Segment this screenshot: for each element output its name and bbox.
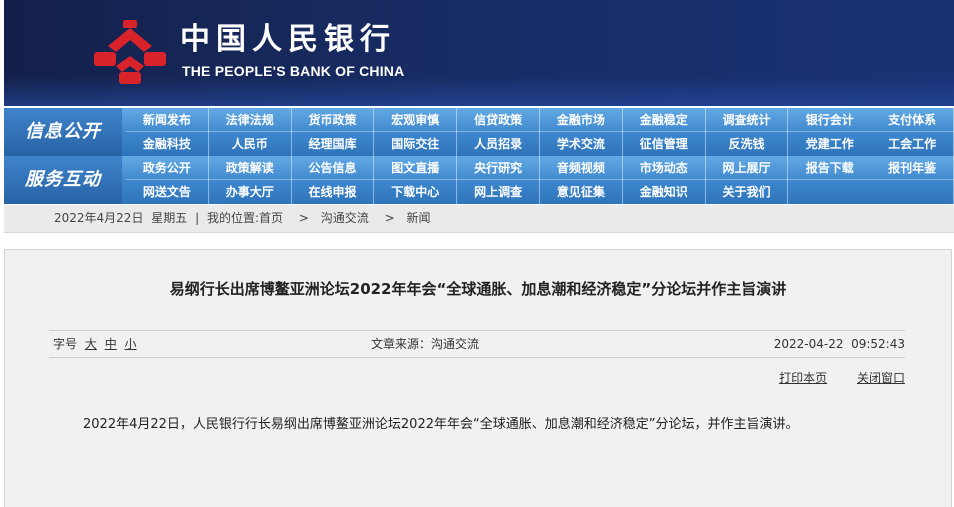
nav-item-party-building[interactable]: 党建工作 bbox=[788, 132, 871, 156]
nav-item-about-us[interactable]: 关于我们 bbox=[706, 180, 789, 204]
current-weekday: 星期五 bbox=[151, 211, 188, 225]
nav-item-financial-knowledge[interactable]: 金融知识 bbox=[623, 180, 706, 204]
nav-item-anti-money-laundering[interactable]: 反洗钱 bbox=[706, 132, 789, 156]
nav-item-news-release[interactable]: 新闻发布 bbox=[126, 108, 209, 132]
nav-service-section: 服务互动 政务公开 政策解读 公告信息 图文直播 央行研究 音频视频 市场动态 … bbox=[4, 156, 954, 204]
nav-item-online-exhibition[interactable]: 网上展厅 bbox=[706, 156, 789, 180]
nav-item-monetary-policy[interactable]: 货币政策 bbox=[292, 108, 375, 132]
article-datetime: 2022-04-22 09:52:43 bbox=[773, 337, 905, 351]
nav-item-live-broadcast[interactable]: 图文直播 bbox=[374, 156, 458, 180]
nav-item-audio-video[interactable]: 音频视频 bbox=[540, 156, 623, 180]
article-tools: 打印本页 关闭窗口 bbox=[753, 370, 905, 386]
breadcrumb-arrow-icon: > bbox=[298, 211, 309, 225]
nav-item-fintech[interactable]: 金融科技 bbox=[126, 132, 209, 156]
article-panel: 易纲行长出席博鳌亚洲论坛2022年年会“全球通胀、加息潮和经济稳定”分论坛并作主… bbox=[4, 249, 952, 507]
nav-item-announcements[interactable]: 公告信息 bbox=[292, 156, 375, 180]
nav-item-union-work[interactable]: 工会工作 bbox=[871, 132, 954, 156]
nav-row-divider bbox=[126, 179, 954, 180]
font-small-button[interactable]: 小 bbox=[125, 337, 137, 351]
nav-item-treasury[interactable]: 经理国库 bbox=[292, 132, 375, 156]
article-title: 易纲行长出席博鳌亚洲论坛2022年年会“全球通胀、加息潮和经济稳定”分论坛并作主… bbox=[169, 280, 787, 298]
nav-item-research[interactable]: 央行研究 bbox=[457, 156, 540, 180]
font-size-label: 字号 bbox=[53, 337, 78, 351]
bank-name-cn: 中国人民银行 bbox=[180, 22, 396, 57]
nav-item-policy-interpretation[interactable]: 政策解读 bbox=[209, 156, 292, 180]
breadcrumb-arrow-icon: > bbox=[384, 211, 395, 225]
nav-item-online-survey[interactable]: 网上调查 bbox=[457, 180, 540, 204]
article-meta-bar: 字号 大 中 小 文章来源：沟通交流 2022-04-22 09:52:43 bbox=[49, 330, 905, 358]
nav-empty-cell bbox=[871, 180, 954, 204]
nav-info-grid: 新闻发布 法律法规 货币政策 宏观审慎 信贷政策 金融市场 金融稳定 调查统计 … bbox=[126, 108, 954, 156]
nav-item-opinion-collection[interactable]: 意见征集 bbox=[540, 180, 623, 204]
nav-item-recruitment[interactable]: 人员招录 bbox=[457, 132, 540, 156]
nav-item-rmb[interactable]: 人民币 bbox=[209, 132, 292, 156]
nav-row-divider bbox=[126, 131, 954, 132]
breadcrumb-separator: | bbox=[195, 211, 200, 225]
close-window-link[interactable]: 关闭窗口 bbox=[857, 371, 905, 385]
nav-empty-cell bbox=[788, 180, 871, 204]
article-body: 2022年4月22日，人民银行行长易纲出席博鳌亚洲论坛2022年年会“全球通胀、… bbox=[83, 417, 799, 432]
nav-item-credit-policy[interactable]: 信贷政策 bbox=[457, 108, 540, 132]
location-label: 我的位置: bbox=[207, 211, 260, 225]
current-date: 2022年4月22日 bbox=[54, 211, 144, 225]
nav-service-grid: 政务公开 政策解读 公告信息 图文直播 央行研究 音频视频 市场动态 网上展厅 … bbox=[126, 156, 954, 204]
nav-item-market-dynamics[interactable]: 市场动态 bbox=[623, 156, 706, 180]
print-page-link[interactable]: 打印本页 bbox=[779, 371, 827, 385]
nav-service-title: 服务互动 bbox=[4, 156, 122, 204]
font-medium-button[interactable]: 中 bbox=[105, 337, 117, 351]
breadcrumb-home-link[interactable]: 首页 bbox=[259, 211, 283, 225]
breadcrumb-inner: 2022年4月22日 星期五 | 我的位置:首页 > 沟通交流 > 新闻 bbox=[54, 205, 435, 232]
bank-name-en: THE PEOPLE'S BANK OF CHINA bbox=[182, 63, 405, 79]
nav-item-report-download[interactable]: 报告下载 bbox=[788, 156, 871, 180]
nav-item-academic[interactable]: 学术交流 bbox=[540, 132, 623, 156]
article-source: 文章来源：沟通交流 bbox=[371, 337, 480, 351]
font-large-button[interactable]: 大 bbox=[85, 337, 97, 351]
nav-item-credit-reference[interactable]: 征信管理 bbox=[623, 132, 706, 156]
nav-info-title: 信息公开 bbox=[4, 108, 122, 156]
nav-item-macro-prudential[interactable]: 宏观审慎 bbox=[374, 108, 458, 132]
nav-item-payment-system[interactable]: 支付体系 bbox=[871, 108, 954, 132]
site-banner: 中国人民银行 THE PEOPLE'S BANK OF CHINA bbox=[4, 0, 954, 106]
nav-item-notices[interactable]: 网送文告 bbox=[126, 180, 209, 204]
nav-item-download-center[interactable]: 下载中心 bbox=[374, 180, 458, 204]
nav-item-laws[interactable]: 法律法规 bbox=[209, 108, 292, 132]
nav-item-statistics[interactable]: 调查统计 bbox=[706, 108, 789, 132]
breadcrumb-communication-link[interactable]: 沟通交流 bbox=[321, 211, 369, 225]
font-size-control: 字号 大 中 小 bbox=[53, 331, 137, 357]
nav-item-online-filing[interactable]: 在线申报 bbox=[292, 180, 375, 204]
nav-item-financial-market[interactable]: 金融市场 bbox=[540, 108, 623, 132]
nav-item-international[interactable]: 国际交往 bbox=[374, 132, 458, 156]
pboc-logo-icon[interactable] bbox=[92, 18, 168, 86]
nav-item-service-hall[interactable]: 办事大厅 bbox=[209, 180, 292, 204]
nav-item-bank-accounting[interactable]: 银行会计 bbox=[788, 108, 871, 132]
nav-item-government-affairs[interactable]: 政务公开 bbox=[126, 156, 209, 180]
nav-item-yearbook[interactable]: 报刊年鉴 bbox=[871, 156, 954, 180]
nav-info-section: 信息公开 新闻发布 法律法规 货币政策 宏观审慎 信贷政策 金融市场 金融稳定 … bbox=[4, 108, 954, 156]
breadcrumb-news-link[interactable]: 新闻 bbox=[407, 211, 431, 225]
nav-item-financial-stability[interactable]: 金融稳定 bbox=[623, 108, 706, 132]
breadcrumb: 2022年4月22日 星期五 | 我的位置:首页 > 沟通交流 > 新闻 bbox=[4, 205, 954, 233]
